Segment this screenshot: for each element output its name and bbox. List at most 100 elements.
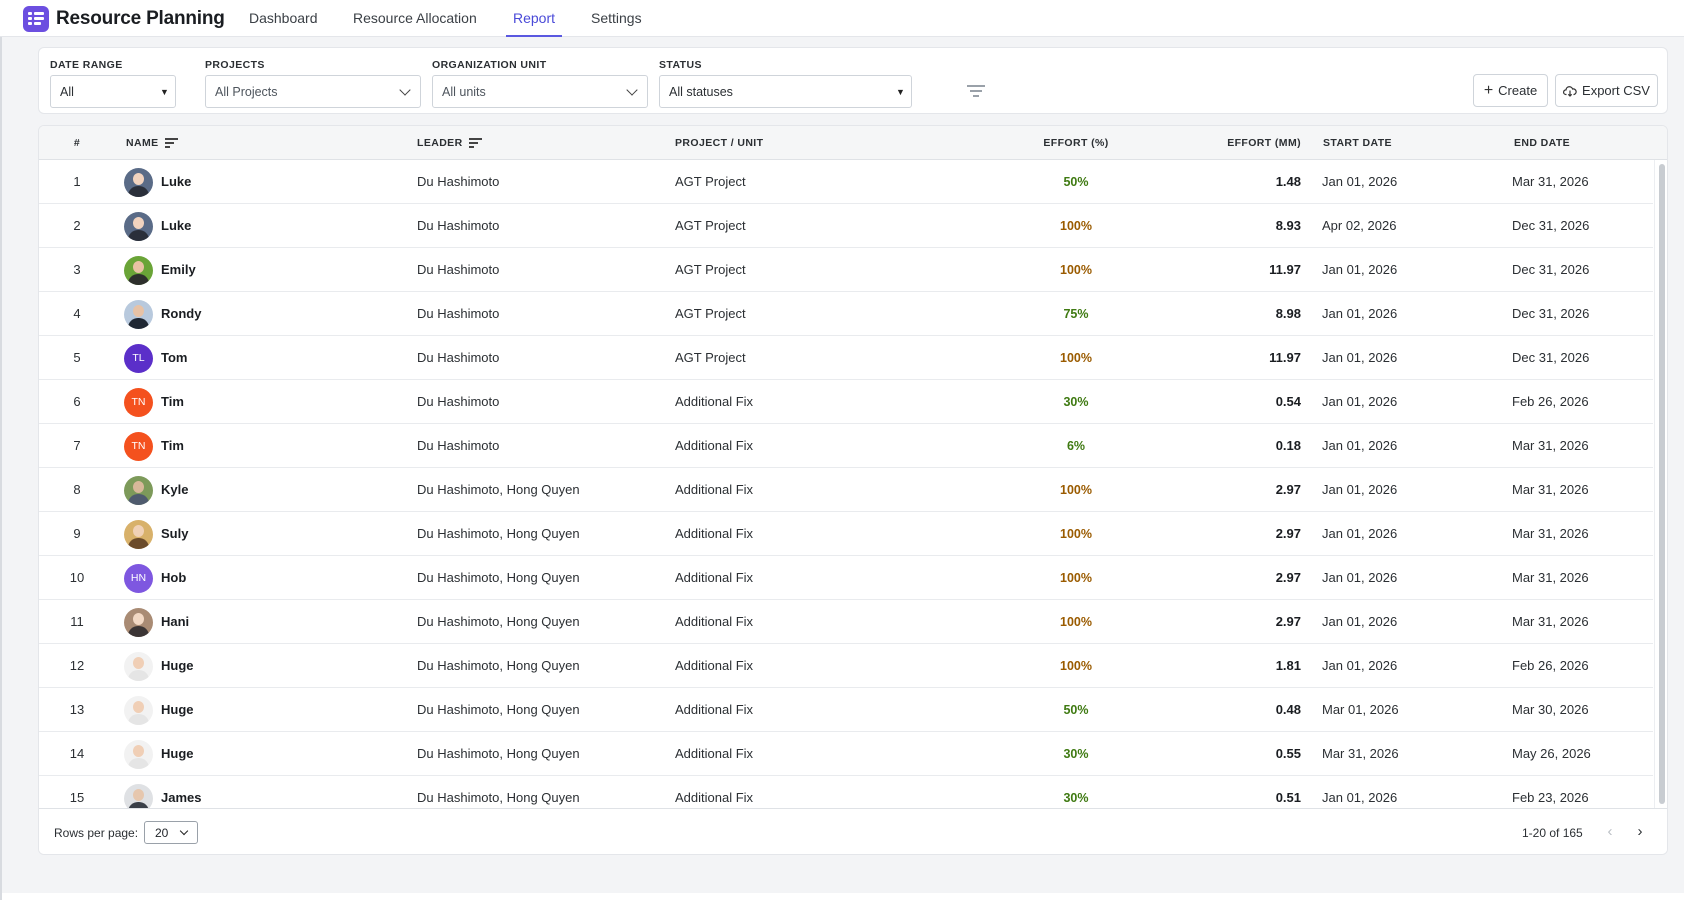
member-name-cell[interactable]: Huge — [124, 688, 194, 732]
member-name-cell[interactable]: Suly — [124, 512, 188, 556]
effort-percent: 50% — [1063, 703, 1089, 717]
table-row[interactable]: 4 Rondy Du Hashimoto AGT Project 75% 8.9… — [39, 292, 1653, 336]
tab-resource-allocation[interactable]: Resource Allocation — [353, 0, 477, 37]
project-cell: AGT Project — [675, 306, 746, 321]
rows-per-page-select[interactable]: 20 — [144, 821, 198, 844]
col-name[interactable]: NAME — [126, 137, 178, 149]
sort-icon[interactable] — [468, 137, 482, 148]
col-leader[interactable]: LEADER — [417, 137, 482, 149]
avatar — [124, 519, 153, 549]
table-row[interactable]: 9 Suly Du Hashimoto, Hong Quyen Addition… — [39, 512, 1653, 556]
table-row[interactable]: 12 Huge Du Hashimoto, Hong Quyen Additio… — [39, 644, 1653, 688]
member-name-cell[interactable]: TL Tom — [124, 336, 187, 380]
leader-cell: Du Hashimoto — [417, 262, 500, 277]
member-name: Huge — [161, 746, 194, 761]
member-name-cell[interactable]: Emily — [124, 248, 196, 292]
status-value: All statuses — [669, 85, 733, 99]
member-name-cell[interactable]: James — [124, 776, 201, 808]
date-range-value: All — [60, 85, 74, 99]
tab-report[interactable]: Report — [506, 0, 563, 37]
row-index: 2 — [73, 218, 81, 233]
table-body: 1 Luke Du Hashimoto AGT Project 50% 1.48… — [39, 160, 1653, 808]
org-unit-placeholder: All units — [442, 85, 486, 99]
table-row[interactable]: 8 Kyle Du Hashimoto, Hong Quyen Addition… — [39, 468, 1653, 512]
chevron-down-icon — [179, 826, 189, 836]
tab-settings[interactable]: Settings — [591, 0, 642, 37]
leader-cell: Du Hashimoto, Hong Quyen — [417, 658, 580, 673]
org-unit-select[interactable]: All units — [432, 75, 648, 108]
top-navigation: Resource Planning Dashboard Resource All… — [0, 0, 1684, 37]
next-page-button[interactable]: › — [1630, 821, 1650, 845]
table-row[interactable]: 6 TN Tim Du Hashimoto Additional Fix 30% … — [39, 380, 1653, 424]
member-name-cell[interactable]: Huge — [124, 644, 194, 688]
project-cell: Additional Fix — [675, 570, 754, 585]
table-header: # NAME LEADER PROJECT / UNIT EFFORT (%) … — [39, 126, 1667, 160]
member-name: Hani — [161, 614, 190, 629]
avatar: TL — [124, 343, 153, 373]
table-row[interactable]: 1 Luke Du Hashimoto AGT Project 50% 1.48… — [39, 160, 1653, 204]
tab-dashboard[interactable]: Dashboard — [249, 0, 318, 37]
member-name-cell[interactable]: TN Tim — [124, 380, 184, 424]
effort-mm: 0.51 — [1275, 790, 1301, 805]
effort-percent: 30% — [1063, 747, 1089, 761]
end-date: Mar 31, 2026 — [1512, 174, 1589, 189]
member-name-cell[interactable]: Hani — [124, 600, 189, 644]
avatar — [124, 783, 153, 808]
member-name: Tim — [161, 438, 184, 453]
date-range-select[interactable]: All ▼ — [50, 75, 176, 108]
effort-mm: 0.54 — [1275, 394, 1301, 409]
end-date: Mar 31, 2026 — [1512, 482, 1589, 497]
project-cell: Additional Fix — [675, 746, 754, 761]
member-name-cell[interactable]: Luke — [124, 204, 191, 248]
sort-icon[interactable] — [164, 137, 178, 148]
project-cell: Additional Fix — [675, 790, 754, 805]
project-cell: AGT Project — [675, 174, 746, 189]
projects-select[interactable]: All Projects — [205, 75, 421, 108]
table-row[interactable]: 11 Hani Du Hashimoto, Hong Quyen Additio… — [39, 600, 1653, 644]
effort-mm: 1.81 — [1275, 658, 1301, 673]
member-name: Kyle — [161, 482, 189, 497]
member-name: Tom — [161, 350, 188, 365]
effort-mm: 2.97 — [1275, 526, 1301, 541]
status-select[interactable]: All statuses ▼ — [659, 75, 912, 108]
table-row[interactable]: 15 James Du Hashimoto, Hong Quyen Additi… — [39, 776, 1653, 808]
table-row[interactable]: 2 Luke Du Hashimoto AGT Project 100% 8.9… — [39, 204, 1653, 248]
effort-percent: 100% — [1060, 483, 1092, 497]
end-date: May 26, 2026 — [1512, 746, 1591, 761]
table-row[interactable]: 7 TN Tim Du Hashimoto Additional Fix 6% 0… — [39, 424, 1653, 468]
vertical-scrollbar[interactable] — [1654, 160, 1667, 808]
table-row[interactable]: 13 Huge Du Hashimoto, Hong Quyen Additio… — [39, 688, 1653, 732]
avatar-initials: HN — [130, 571, 147, 584]
table-row[interactable]: 14 Huge Du Hashimoto, Hong Quyen Additio… — [39, 732, 1653, 776]
avatar: TN — [124, 387, 153, 417]
effort-mm: 0.55 — [1275, 746, 1301, 761]
end-date: Feb 26, 2026 — [1512, 394, 1589, 409]
leader-cell: Du Hashimoto, Hong Quyen — [417, 570, 580, 585]
table-row[interactable]: 3 Emily Du Hashimoto AGT Project 100% 11… — [39, 248, 1653, 292]
member-name-cell[interactable]: Rondy — [124, 292, 201, 336]
member-name-cell[interactable]: Kyle — [124, 468, 188, 512]
leader-cell: Du Hashimoto, Hong Quyen — [417, 526, 580, 541]
export-csv-button[interactable]: Export CSV — [1555, 74, 1658, 107]
member-name-cell[interactable]: Huge — [124, 732, 194, 776]
projects-label: PROJECTS — [205, 59, 265, 71]
avatar — [124, 255, 153, 285]
member-name-cell[interactable]: TN Tim — [124, 424, 184, 468]
start-date: Jan 01, 2026 — [1322, 350, 1398, 365]
member-name-cell[interactable]: Luke — [124, 160, 191, 204]
create-button[interactable]: + Create — [1473, 74, 1548, 107]
member-name-cell[interactable]: HN Hob — [124, 556, 186, 600]
filter-icon[interactable] — [967, 83, 985, 99]
table-row[interactable]: 10 HN Hob Du Hashimoto, Hong Quyen Additi… — [39, 556, 1653, 600]
brand[interactable]: Resource Planning — [23, 6, 225, 32]
table-row[interactable]: 5 TL Tom Du Hashimoto AGT Project 100% 11… — [39, 336, 1653, 380]
start-date: Jan 01, 2026 — [1322, 438, 1398, 453]
project-cell: Additional Fix — [675, 482, 754, 497]
previous-page-button[interactable]: ‹ — [1600, 821, 1620, 845]
scrollbar-thumb[interactable] — [1659, 164, 1665, 804]
col-leader-label: LEADER — [417, 137, 463, 149]
start-date: Jan 01, 2026 — [1322, 262, 1398, 277]
col-effort-pct: EFFORT (%) — [1043, 137, 1109, 149]
member-name: Luke — [161, 218, 192, 233]
effort-percent: 50% — [1063, 175, 1089, 189]
